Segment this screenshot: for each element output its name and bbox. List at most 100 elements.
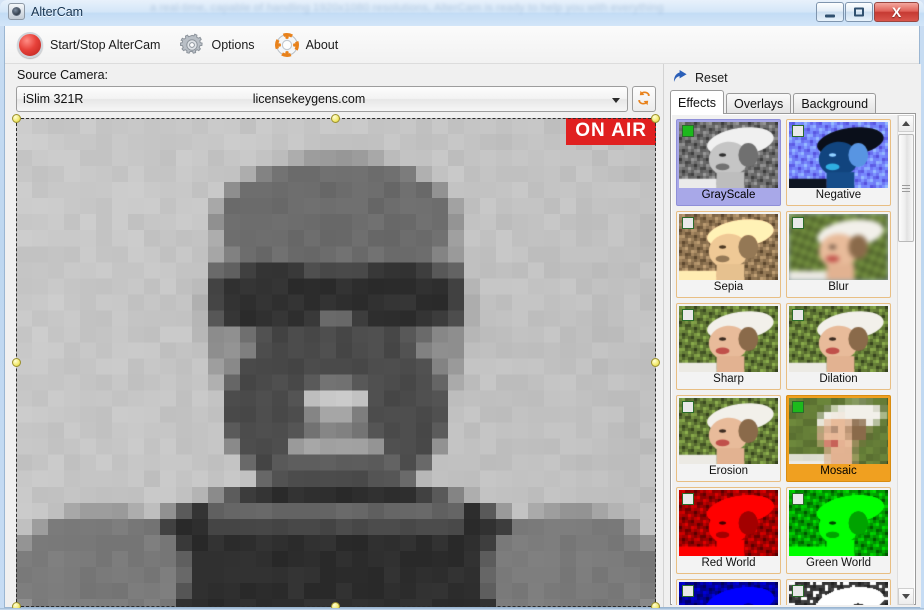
effect-tile-sepia[interactable]: Sepia	[676, 211, 781, 298]
resize-handle-middle-right[interactable]	[651, 358, 660, 367]
effect-enable-checkbox[interactable]	[792, 125, 804, 137]
main-toolbar: Start/Stop AlterCam Options About	[5, 26, 919, 64]
effect-label: Negative	[789, 188, 888, 203]
tab-overlays[interactable]: Overlays	[726, 93, 791, 114]
source-camera-label: Source Camera:	[17, 68, 108, 82]
lifebuoy-icon	[275, 33, 299, 57]
right-pane: Reset Effects Overlays Background GraySc…	[663, 64, 921, 607]
scroll-down-button[interactable]	[898, 588, 914, 605]
effect-tile-mosaic[interactable]: Mosaic	[786, 395, 891, 482]
effect-enable-checkbox[interactable]	[792, 493, 804, 505]
effect-tile-row-11[interactable]	[786, 579, 891, 605]
effect-enable-checkbox[interactable]	[682, 585, 694, 597]
tab-background[interactable]: Background	[793, 93, 876, 114]
effect-thumbnail	[679, 490, 778, 556]
tab-background-label: Background	[801, 97, 868, 111]
camera-icon	[8, 3, 25, 20]
reset-label: Reset	[695, 71, 728, 85]
effect-tile-row-10[interactable]	[676, 579, 781, 605]
source-camera-dropdown[interactable]: iSlim 321R licensekeygens.com	[16, 86, 628, 112]
effect-tile-dilation[interactable]: Dilation	[786, 303, 891, 390]
refresh-cameras-button[interactable]	[632, 86, 656, 112]
window-controls: X	[816, 2, 919, 22]
effects-tab-panel: GrayScale Negative Sepia Blur Sharp Dilation E…	[670, 113, 916, 605]
video-preview-wrapper[interactable]: ON AIR	[16, 118, 656, 607]
effect-tile-negative[interactable]: Negative	[786, 119, 891, 206]
resize-handle-top-right[interactable]	[651, 114, 660, 123]
effect-label: Sepia	[679, 280, 778, 295]
effect-thumbnail	[679, 306, 778, 372]
source-camera-row: iSlim 321R licensekeygens.com	[16, 86, 656, 112]
effect-tile-sharp[interactable]: Sharp	[676, 303, 781, 390]
close-icon: X	[892, 5, 901, 19]
redo-arrow-icon	[672, 68, 689, 87]
chevron-down-icon	[902, 594, 910, 599]
client-area: Start/Stop AlterCam Options About Source…	[4, 26, 920, 608]
resize-handle-middle-left[interactable]	[12, 358, 21, 367]
effect-label: Green World	[789, 556, 888, 571]
record-dot-icon	[17, 32, 43, 58]
effect-tile-red-world[interactable]: Red World	[676, 487, 781, 574]
gear-icon	[180, 33, 204, 57]
window-title: AlterCam	[31, 5, 83, 19]
options-button[interactable]: Options	[172, 31, 262, 59]
reset-button[interactable]: Reset	[672, 68, 728, 87]
about-label: About	[306, 38, 339, 52]
tab-effects-label: Effects	[678, 96, 716, 110]
effect-thumbnail	[679, 122, 778, 188]
effects-scrollbar[interactable]	[897, 115, 914, 605]
resize-handle-top-left[interactable]	[12, 114, 21, 123]
effect-enable-checkbox[interactable]	[682, 493, 694, 505]
effect-thumbnail	[679, 398, 778, 464]
effect-thumbnail	[789, 490, 888, 556]
effect-label: Blur	[789, 280, 888, 295]
resize-handle-top-center[interactable]	[331, 114, 340, 123]
effect-enable-checkbox[interactable]	[792, 401, 804, 413]
effect-tile-blur[interactable]: Blur	[786, 211, 891, 298]
chevron-up-icon	[902, 121, 910, 126]
start-stop-button[interactable]: Start/Stop AlterCam	[9, 30, 168, 60]
left-pane: Source Camera: iSlim 321R licensekeygens…	[5, 64, 663, 607]
watermark-text: licensekeygens.com	[17, 92, 601, 106]
effect-tile-green-world[interactable]: Green World	[786, 487, 891, 574]
altercam-window: a real-time, capable of handling 1920x10…	[0, 0, 924, 610]
background-ghost-text: a real-time, capable of handling 1920x10…	[150, 2, 790, 26]
scrollbar-thumb[interactable]	[898, 134, 914, 242]
effects-scroll-area[interactable]: GrayScale Negative Sepia Blur Sharp Dilation E…	[672, 115, 898, 605]
scroll-up-button[interactable]	[898, 115, 914, 132]
effect-enable-checkbox[interactable]	[792, 217, 804, 229]
video-canvas	[16, 118, 656, 607]
title-bar: a real-time, capable of handling 1920x10…	[0, 0, 924, 26]
close-button[interactable]: X	[874, 2, 919, 22]
title-bar-left: AlterCam	[8, 3, 83, 20]
effect-tile-grayscale[interactable]: GrayScale	[676, 119, 781, 206]
start-stop-label: Start/Stop AlterCam	[50, 38, 160, 52]
effect-label: Mosaic	[789, 464, 888, 479]
effect-thumbnail	[789, 214, 888, 280]
about-button[interactable]: About	[267, 31, 347, 59]
effect-enable-checkbox[interactable]	[682, 217, 694, 229]
effect-enable-checkbox[interactable]	[682, 125, 694, 137]
on-air-badge: ON AIR	[566, 118, 656, 145]
effect-tile-erosion[interactable]: Erosion	[676, 395, 781, 482]
chevron-down-icon	[612, 98, 620, 103]
effect-enable-checkbox[interactable]	[792, 309, 804, 321]
effect-thumbnail	[789, 582, 888, 605]
effect-enable-checkbox[interactable]	[792, 585, 804, 597]
effect-enable-checkbox[interactable]	[682, 309, 694, 321]
scrollbar-grip-icon	[902, 183, 910, 194]
panel-tabs: Effects Overlays Background	[670, 90, 916, 114]
refresh-sync-icon	[636, 90, 652, 109]
video-preview[interactable]: ON AIR	[16, 118, 656, 607]
minimize-button[interactable]	[816, 2, 844, 22]
maximize-icon	[854, 8, 864, 17]
effect-label: Erosion	[679, 464, 778, 479]
tab-effects[interactable]: Effects	[670, 90, 724, 114]
effect-thumbnail	[679, 214, 778, 280]
effect-enable-checkbox[interactable]	[682, 401, 694, 413]
maximize-button[interactable]	[845, 2, 873, 22]
effect-label: Sharp	[679, 372, 778, 387]
tab-overlays-label: Overlays	[734, 97, 783, 111]
effects-grid: GrayScale Negative Sepia Blur Sharp Dilation E…	[676, 119, 894, 605]
effect-label: GrayScale	[679, 188, 778, 203]
